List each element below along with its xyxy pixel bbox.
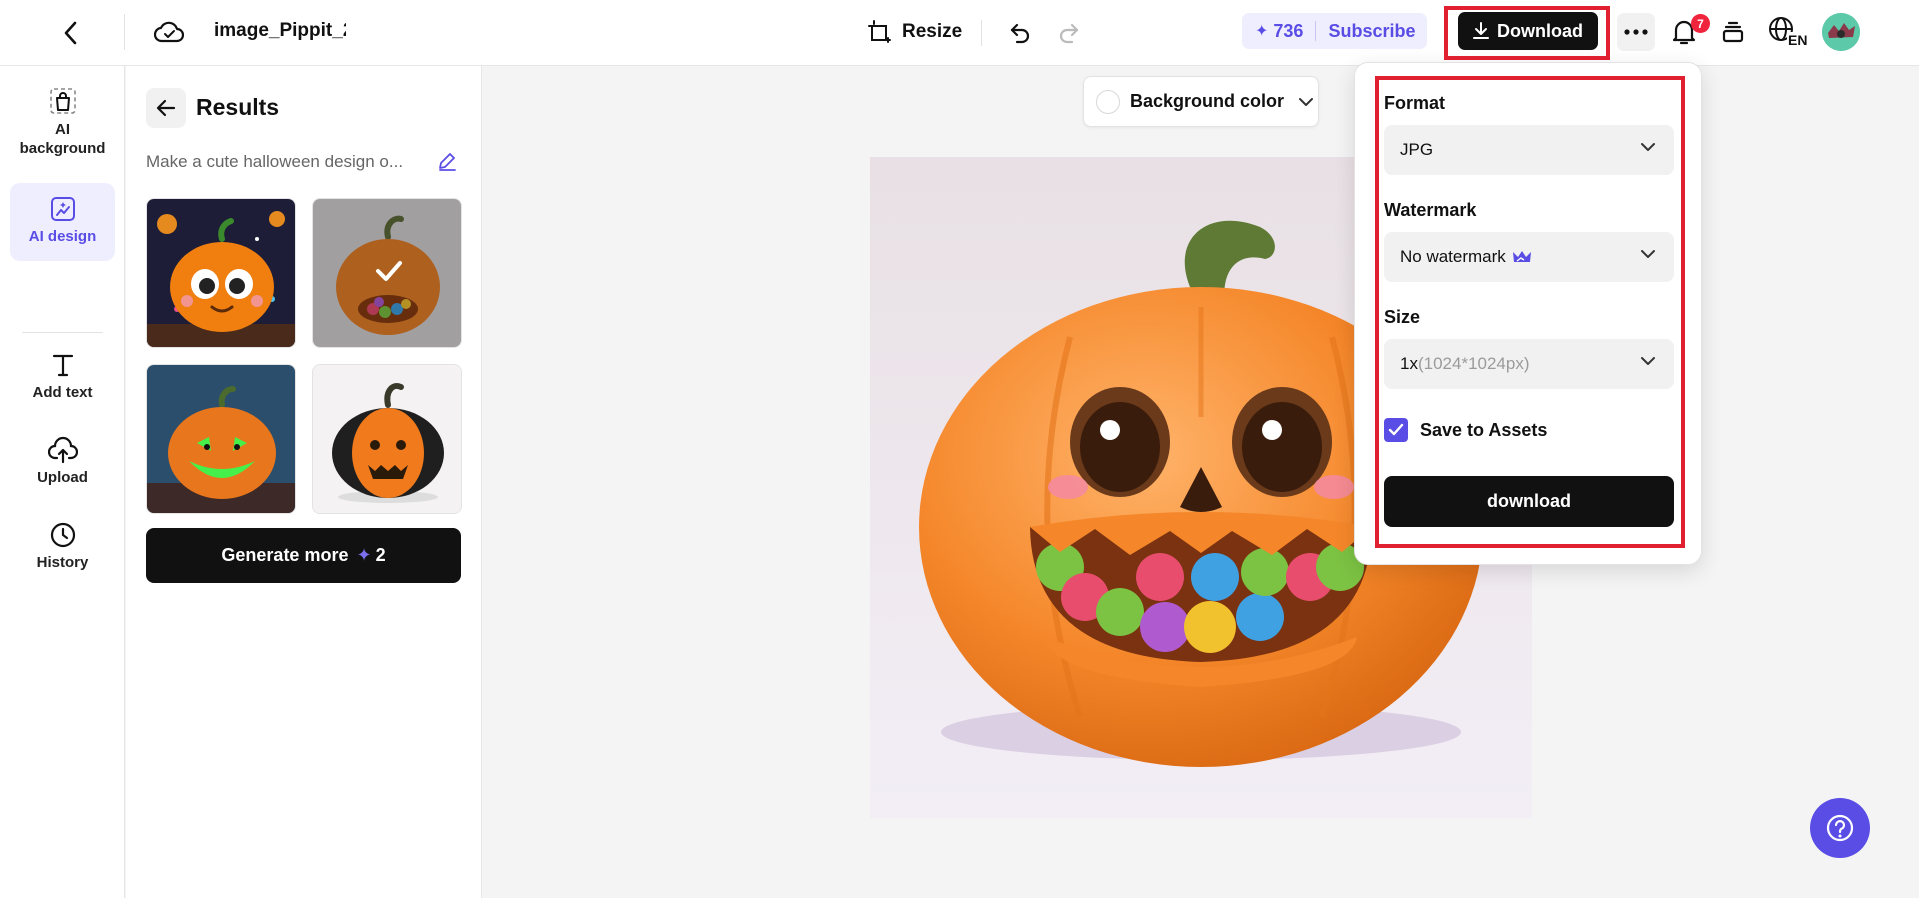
- format-value: JPG: [1400, 140, 1434, 159]
- cloud-upload-icon: [47, 436, 78, 464]
- background-color-dropdown[interactable]: Background color: [1083, 76, 1319, 127]
- rail-item-add-text[interactable]: Add text: [10, 351, 115, 411]
- rail-item-label: AI design: [28, 228, 97, 245]
- rail-item-label: History: [36, 554, 89, 571]
- language-code: EN: [1787, 32, 1809, 48]
- background-color-label: Background color: [1130, 91, 1285, 111]
- generate-more-label: Generate more: [221, 545, 349, 565]
- resize-label: Resize: [902, 21, 963, 42]
- rail-item-ai-design[interactable]: AI design: [10, 183, 115, 261]
- chevron-down-icon: [1640, 142, 1656, 152]
- question-icon: [1825, 813, 1855, 843]
- download-button[interactable]: Download: [1458, 12, 1598, 50]
- text-icon: [49, 351, 77, 379]
- help-button[interactable]: [1810, 798, 1870, 858]
- save-to-assets-label: Save to Assets: [1420, 420, 1548, 440]
- size-dimensions: (1024*1024px): [1417, 354, 1530, 373]
- result-thumbnail[interactable]: [146, 198, 296, 348]
- rail-item-label: Add text: [32, 384, 93, 401]
- result-thumbnail-selected[interactable]: [312, 198, 462, 348]
- result-thumbnail[interactable]: [146, 364, 296, 514]
- watermark-label: Watermark: [1384, 200, 1477, 220]
- watermark-select[interactable]: No watermark: [1384, 232, 1674, 282]
- chevron-down-icon: [1640, 249, 1656, 259]
- sparkle-icon: ✦: [1255, 23, 1269, 40]
- rail-item-history[interactable]: History: [10, 521, 115, 581]
- result-thumbnail[interactable]: [312, 364, 462, 514]
- size-label: Size: [1384, 307, 1421, 327]
- chevron-down-icon: [1640, 356, 1656, 366]
- download-label: Download: [1497, 20, 1583, 41]
- divider: [22, 332, 103, 333]
- color-swatch: [1096, 89, 1120, 114]
- resize-icon: [868, 20, 892, 44]
- undo-icon[interactable]: [1004, 16, 1036, 48]
- watermark-value: No watermark: [1400, 247, 1506, 266]
- arrow-left-icon: [156, 99, 176, 117]
- layers-icon[interactable]: [1717, 16, 1749, 48]
- redo-icon[interactable]: [1053, 16, 1085, 48]
- more-options-icon[interactable]: [1617, 13, 1655, 51]
- size-select[interactable]: 1x (1024*1024px): [1384, 339, 1674, 389]
- checkmark-icon: [375, 259, 403, 283]
- format-select[interactable]: JPG: [1384, 125, 1674, 175]
- clock-icon: [49, 521, 77, 549]
- rail-item-label: AI background: [19, 121, 106, 157]
- credits-badge[interactable]: ✦ 736 Subscribe: [1242, 13, 1427, 49]
- save-to-assets-checkbox[interactable]: [1384, 418, 1408, 442]
- back-button[interactable]: [146, 88, 186, 128]
- divider: [981, 20, 982, 46]
- ai-design-icon: [49, 195, 77, 223]
- rail-item-label: Upload: [37, 469, 88, 486]
- prompt-text: Make a cute halloween design o...: [146, 152, 404, 171]
- bag-icon: [48, 86, 78, 116]
- sparkle-icon: ✦: [356, 545, 372, 565]
- resize-button[interactable]: Resize: [868, 16, 962, 48]
- generate-cost: 2: [375, 545, 386, 565]
- left-rail: AI background AI design Add text Upload …: [0, 66, 125, 898]
- download-icon: [1473, 22, 1489, 40]
- rail-item-ai-background[interactable]: AI background: [10, 86, 115, 178]
- download-popover: Format JPG Watermark No watermark Size 1…: [1354, 62, 1702, 565]
- top-bar: image_Pippit_20 Resize ✦ 736 Subscribe D…: [0, 0, 1919, 66]
- generate-more-button[interactable]: Generate more ✦ 2: [146, 528, 461, 583]
- notification-badge: 7: [1691, 14, 1710, 33]
- document-title[interactable]: image_Pippit_20: [214, 20, 346, 42]
- credits-count: 736: [1273, 20, 1304, 41]
- subscribe-link[interactable]: Subscribe: [1328, 21, 1415, 42]
- language-button[interactable]: EN: [1766, 14, 1809, 50]
- panel-title: Results: [196, 94, 280, 120]
- size-scale: 1x: [1400, 354, 1418, 373]
- crown-icon: [1512, 249, 1532, 265]
- divider: [1315, 21, 1317, 41]
- cloud-sync-icon[interactable]: [153, 16, 185, 48]
- results-panel: Results Make a cute halloween design o..…: [126, 66, 482, 898]
- back-chevron-icon[interactable]: [56, 18, 86, 48]
- rail-item-upload[interactable]: Upload: [10, 436, 115, 496]
- divider: [124, 14, 125, 50]
- chevron-down-icon: [1298, 97, 1314, 107]
- edit-pencil-icon[interactable]: [436, 150, 460, 174]
- confirm-download-button[interactable]: download: [1384, 476, 1674, 527]
- format-label: Format: [1384, 93, 1446, 113]
- checkmark-icon: [1388, 423, 1404, 437]
- avatar[interactable]: [1822, 13, 1860, 51]
